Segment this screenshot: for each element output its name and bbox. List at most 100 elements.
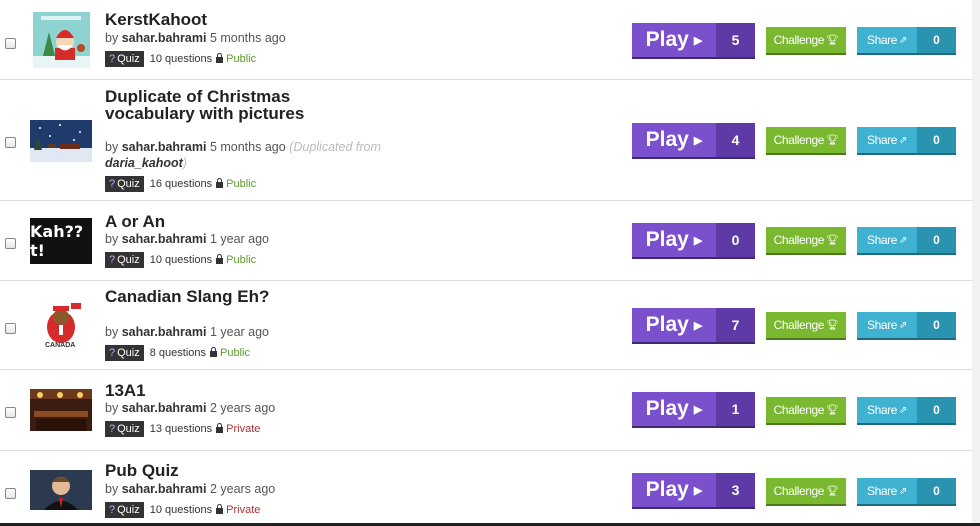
duplicated-note: (Duplicated from xyxy=(289,140,381,154)
created-age: 1 year ago xyxy=(209,325,270,339)
author-link[interactable]: sahar.bahrami xyxy=(122,31,207,45)
lock-icon xyxy=(216,254,224,264)
duplicated-source[interactable]: daria_kahoot xyxy=(105,156,183,170)
scrollbar[interactable] xyxy=(972,0,980,526)
play-count: 5 xyxy=(716,23,755,57)
kahoot-title[interactable]: Duplicate of Christmas vocabulary with p… xyxy=(105,88,355,122)
by-prefix: by xyxy=(105,325,119,339)
thumbnail-snow-sleigh[interactable] xyxy=(30,120,92,166)
thumbnail-restaurant[interactable] xyxy=(30,389,92,431)
duplicated-source-line: daria_kahoot) xyxy=(105,156,187,170)
visibility-label: Public xyxy=(226,53,257,65)
lock-icon xyxy=(216,53,224,63)
play-button[interactable]: Play ▶ 5 xyxy=(632,23,755,57)
type-badge: ? Quiz xyxy=(105,421,144,437)
challenge-button[interactable]: Challenge 🏆︎ xyxy=(766,478,846,504)
question-count: 10 questions xyxy=(149,53,213,65)
trophy-icon: 🏆︎ xyxy=(826,485,839,497)
play-button[interactable]: Play ▶ 3 xyxy=(632,473,755,507)
row-checkbox[interactable] xyxy=(5,323,16,334)
author-link[interactable]: sahar.bahrami xyxy=(122,232,207,246)
kahoot-meta: ? Quiz 10 questions Public xyxy=(105,252,256,268)
row-checkbox[interactable] xyxy=(5,38,16,49)
thumbnail-canada-mascot[interactable]: CANADA xyxy=(33,297,90,353)
kahoot-title[interactable]: 13A1 xyxy=(105,382,355,399)
play-label: Play xyxy=(645,128,689,151)
lock-icon xyxy=(216,178,224,188)
play-label: Play xyxy=(645,478,689,501)
canada-thumb-text: CANADA xyxy=(45,342,76,349)
author-link[interactable]: sahar.bahrami xyxy=(122,325,207,339)
share-count: 0 xyxy=(917,227,956,253)
challenge-button[interactable]: Challenge 🏆︎ xyxy=(766,227,846,253)
share-external-icon: ⇗ xyxy=(899,404,907,416)
thumbnail-christmas-santa[interactable] xyxy=(33,12,90,68)
play-button[interactable]: Play ▶ 0 xyxy=(632,223,755,257)
trophy-icon: 🏆︎ xyxy=(826,234,839,246)
share-button[interactable]: Share ⇗ 0 xyxy=(857,227,956,253)
play-label: Play xyxy=(645,397,689,420)
row-checkbox[interactable] xyxy=(5,137,16,148)
share-count: 0 xyxy=(917,127,956,153)
play-label: Play xyxy=(645,313,689,336)
author-line: by sahar.bahrami 2 years ago xyxy=(105,482,275,496)
created-age: 5 months ago xyxy=(209,140,286,154)
share-count: 0 xyxy=(917,27,956,53)
play-count: 7 xyxy=(716,308,755,342)
play-count: 3 xyxy=(716,473,755,507)
thumbnail-portrait[interactable] xyxy=(30,470,92,510)
play-triangle-icon: ▶ xyxy=(693,484,703,497)
challenge-button[interactable]: Challenge 🏆︎ xyxy=(766,312,846,338)
share-button[interactable]: Share ⇗ 0 xyxy=(857,312,956,338)
play-button[interactable]: Play ▶ 4 xyxy=(632,123,755,157)
author-line: by sahar.bahrami 5 months ago (Duplicate… xyxy=(105,140,381,154)
thumbnail-kahoot-logo[interactable]: Kah??t! xyxy=(30,218,92,264)
share-external-icon: ⇗ xyxy=(899,234,907,246)
play-count: 4 xyxy=(716,123,755,157)
row-checkbox[interactable] xyxy=(5,238,16,249)
play-triangle-icon: ▶ xyxy=(693,403,703,416)
author-line: by sahar.bahrami 2 years ago xyxy=(105,401,275,415)
share-button[interactable]: Share ⇗ 0 xyxy=(857,127,956,153)
kahoot-title[interactable]: A or An xyxy=(105,213,355,230)
trophy-icon: 🏆︎ xyxy=(826,404,839,416)
play-triangle-icon: ▶ xyxy=(693,319,703,332)
challenge-button[interactable]: Challenge 🏆︎ xyxy=(766,397,846,423)
play-count: 0 xyxy=(716,223,755,257)
share-count: 0 xyxy=(917,478,956,504)
row-checkbox[interactable] xyxy=(5,488,16,499)
share-button[interactable]: Share ⇗ 0 xyxy=(857,397,956,423)
share-count: 0 xyxy=(917,312,956,338)
created-age: 5 months ago xyxy=(209,31,286,45)
kahoot-meta: ? Quiz 16 questions Public xyxy=(105,176,256,192)
kahoot-title[interactable]: Pub Quiz xyxy=(105,462,355,479)
author-link[interactable]: sahar.bahrami xyxy=(122,140,207,154)
kahoot-title[interactable]: Canadian Slang Eh? xyxy=(105,288,355,305)
author-link[interactable]: sahar.bahrami xyxy=(122,482,207,496)
by-prefix: by xyxy=(105,482,119,496)
row-checkbox[interactable] xyxy=(5,407,16,418)
kahoot-logo-text: Kah??t! xyxy=(30,222,84,260)
play-button[interactable]: Play ▶ 7 xyxy=(632,308,755,342)
question-count: 10 questions xyxy=(149,504,213,516)
kahoot-row: Pub Quiz by sahar.bahrami 2 years ago ? Q… xyxy=(0,451,972,523)
play-triangle-icon: ▶ xyxy=(693,34,703,47)
play-label: Play xyxy=(645,228,689,251)
kahoot-row: CANADA Canadian Slang Eh? by sahar.bahra… xyxy=(0,281,972,370)
question-mark-icon: ? xyxy=(109,423,116,435)
kahoot-row: Kah??t! A or An by sahar.bahrami 1 year … xyxy=(0,201,972,281)
question-mark-icon: ? xyxy=(109,504,116,516)
created-age: 1 year ago xyxy=(209,232,270,246)
question-mark-icon: ? xyxy=(109,347,116,359)
visibility-label: Public xyxy=(226,254,257,266)
share-button[interactable]: Share ⇗ 0 xyxy=(857,27,956,53)
lock-icon xyxy=(216,423,224,433)
kahoot-title[interactable]: KerstKahoot xyxy=(105,11,355,28)
share-button[interactable]: Share ⇗ 0 xyxy=(857,478,956,504)
challenge-button[interactable]: Challenge 🏆︎ xyxy=(766,127,846,153)
play-button[interactable]: Play ▶ 1 xyxy=(632,392,755,426)
challenge-button[interactable]: Challenge 🏆︎ xyxy=(766,27,846,53)
visibility-label: Private xyxy=(226,423,261,435)
share-external-icon: ⇗ xyxy=(899,34,907,46)
author-link[interactable]: sahar.bahrami xyxy=(122,401,207,415)
